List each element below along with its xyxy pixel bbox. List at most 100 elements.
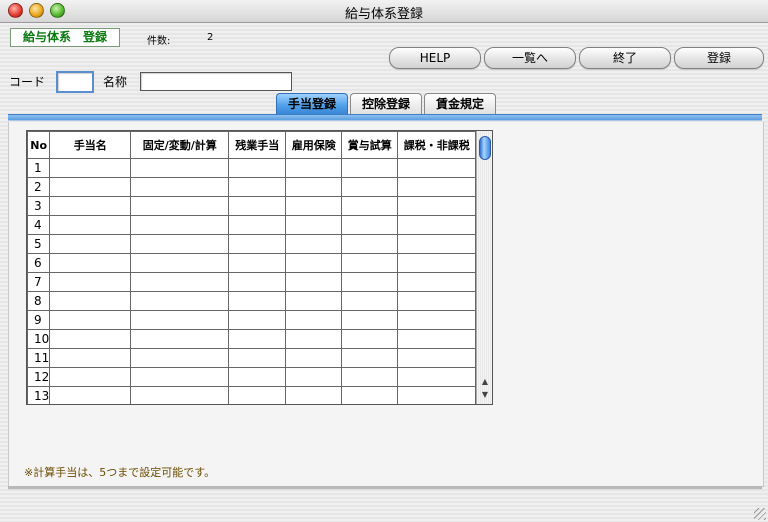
grid-cell[interactable]: [130, 348, 230, 368]
grid-cell[interactable]: [285, 234, 343, 254]
resize-grip-icon[interactable]: [754, 508, 766, 520]
grid-cell[interactable]: [397, 367, 477, 387]
table-row[interactable]: 5: [27, 234, 477, 254]
grid-cell[interactable]: [397, 158, 477, 178]
grid-cell[interactable]: [341, 158, 399, 178]
scrollbar-thumb[interactable]: [479, 136, 491, 160]
grid-cell[interactable]: [285, 329, 343, 349]
grid-scrollbar[interactable]: ▲ ▼: [476, 131, 492, 404]
grid-cell[interactable]: [130, 386, 230, 404]
grid-cell[interactable]: [228, 253, 287, 273]
grid-cell[interactable]: [285, 310, 343, 330]
grid-cell[interactable]: [397, 234, 477, 254]
table-row[interactable]: 11: [27, 348, 477, 368]
list-button[interactable]: 一覧へ: [484, 47, 576, 69]
grid-cell[interactable]: [341, 367, 399, 387]
grid-cell[interactable]: [285, 196, 343, 216]
grid-cell[interactable]: [285, 291, 343, 311]
tab-allowance-register[interactable]: 手当登録: [276, 93, 348, 114]
grid-cell[interactable]: [285, 386, 343, 404]
grid-cell[interactable]: [397, 215, 477, 235]
scroll-down-arrow-icon[interactable]: ▼: [477, 389, 492, 400]
grid-cell[interactable]: [285, 158, 343, 178]
grid-cell[interactable]: [228, 329, 287, 349]
grid-cell[interactable]: [49, 310, 132, 330]
grid-cell[interactable]: [228, 310, 287, 330]
grid-cell[interactable]: [341, 291, 399, 311]
grid-cell[interactable]: [285, 367, 343, 387]
help-button[interactable]: HELP: [389, 47, 481, 69]
grid-cell[interactable]: [49, 234, 132, 254]
grid-cell[interactable]: [397, 348, 477, 368]
grid-cell[interactable]: [285, 215, 343, 235]
grid-cell[interactable]: [341, 215, 399, 235]
grid-cell[interactable]: [228, 348, 287, 368]
grid-cell[interactable]: [49, 215, 132, 235]
grid-cell[interactable]: [130, 234, 230, 254]
grid-cell[interactable]: [397, 272, 477, 292]
grid-cell[interactable]: [341, 177, 399, 197]
grid-cell[interactable]: [341, 234, 399, 254]
grid-cell[interactable]: [285, 177, 343, 197]
grid-cell[interactable]: [397, 329, 477, 349]
grid-cell[interactable]: [49, 291, 132, 311]
table-row[interactable]: 13: [27, 386, 477, 404]
grid-cell[interactable]: [341, 386, 399, 404]
code-input[interactable]: [56, 71, 94, 93]
grid-cell[interactable]: [130, 367, 230, 387]
grid-cell[interactable]: [228, 158, 287, 178]
grid-cell[interactable]: [285, 348, 343, 368]
grid-cell[interactable]: [228, 234, 287, 254]
grid-cell[interactable]: [130, 196, 230, 216]
register-button[interactable]: 登録: [674, 47, 764, 69]
grid-cell[interactable]: [130, 215, 230, 235]
tab-deduction-register[interactable]: 控除登録: [350, 93, 422, 114]
table-row[interactable]: 4: [27, 215, 477, 235]
grid-cell[interactable]: [228, 291, 287, 311]
grid-cell[interactable]: [397, 196, 477, 216]
grid-cell[interactable]: [49, 367, 132, 387]
grid-cell[interactable]: [228, 177, 287, 197]
grid-cell[interactable]: [228, 367, 287, 387]
scroll-up-arrow-icon[interactable]: ▲: [477, 376, 492, 387]
grid-cell[interactable]: [397, 253, 477, 273]
grid-cell[interactable]: [130, 158, 230, 178]
table-row[interactable]: 6: [27, 253, 477, 273]
table-row[interactable]: 12: [27, 367, 477, 387]
exit-button[interactable]: 終了: [579, 47, 671, 69]
table-row[interactable]: 7: [27, 272, 477, 292]
grid-cell[interactable]: [130, 253, 230, 273]
grid-cell[interactable]: [341, 272, 399, 292]
grid-cell[interactable]: [397, 386, 477, 404]
grid-cell[interactable]: [49, 348, 132, 368]
table-row[interactable]: 9: [27, 310, 477, 330]
table-row[interactable]: 1: [27, 158, 477, 178]
grid-cell[interactable]: [49, 272, 132, 292]
grid-cell[interactable]: [130, 177, 230, 197]
grid-cell[interactable]: [228, 386, 287, 404]
grid-cell[interactable]: [397, 177, 477, 197]
grid-cell[interactable]: [49, 386, 132, 404]
grid-cell[interactable]: [397, 291, 477, 311]
grid-cell[interactable]: [228, 272, 287, 292]
table-row[interactable]: 3: [27, 196, 477, 216]
grid-cell[interactable]: [49, 177, 132, 197]
grid-cell[interactable]: [285, 253, 343, 273]
grid-cell[interactable]: [397, 310, 477, 330]
table-row[interactable]: 10: [27, 329, 477, 349]
name-input[interactable]: [140, 72, 292, 91]
grid-cell[interactable]: [228, 215, 287, 235]
grid-cell[interactable]: [49, 329, 132, 349]
table-row[interactable]: 2: [27, 177, 477, 197]
grid-cell[interactable]: [130, 272, 230, 292]
grid-cell[interactable]: [341, 310, 399, 330]
tab-wage-rules[interactable]: 賃金規定: [424, 93, 496, 114]
grid-cell[interactable]: [341, 253, 399, 273]
grid-cell[interactable]: [130, 291, 230, 311]
grid-cell[interactable]: [49, 196, 132, 216]
grid-cell[interactable]: [130, 310, 230, 330]
table-row[interactable]: 8: [27, 291, 477, 311]
grid-cell[interactable]: [285, 272, 343, 292]
grid-cell[interactable]: [341, 196, 399, 216]
grid-cell[interactable]: [49, 158, 132, 178]
